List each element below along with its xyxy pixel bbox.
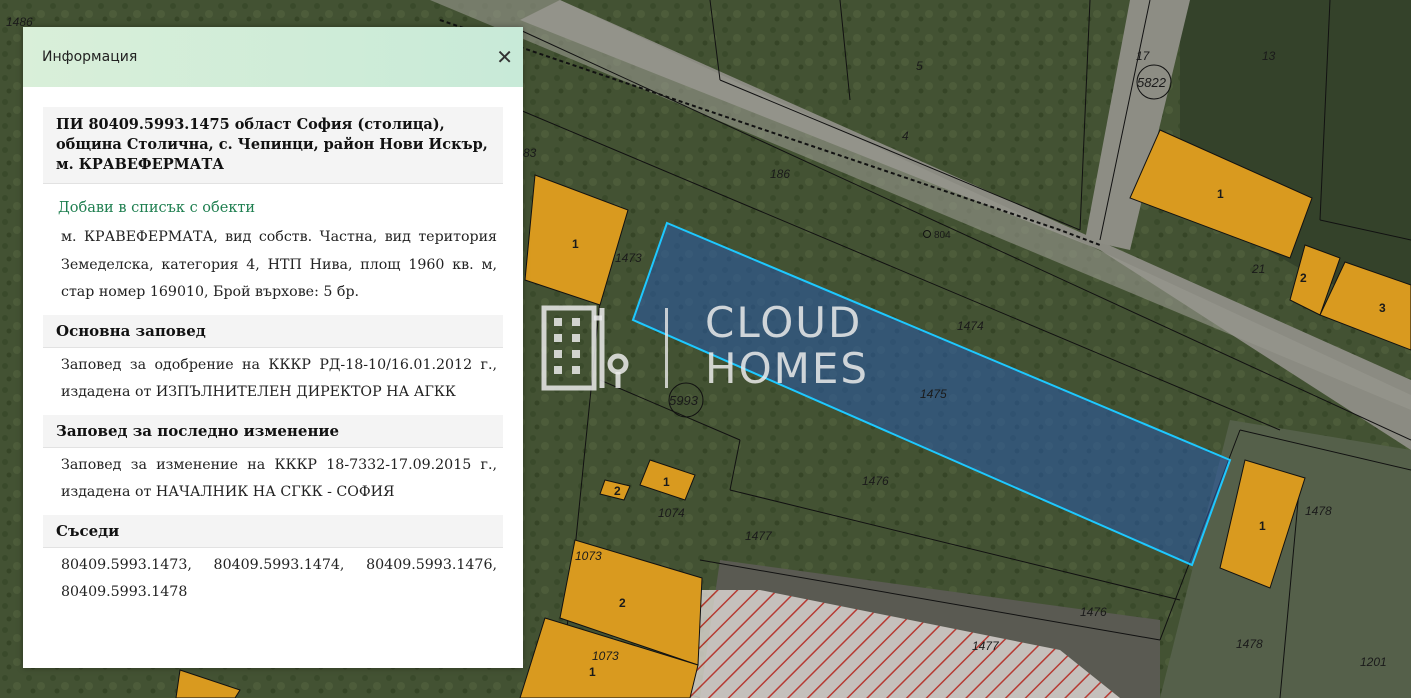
section-title-neighbours: Съседи (43, 514, 503, 548)
parcel-label: 1478 (1305, 504, 1332, 518)
parcel-label: 1476 (862, 474, 889, 488)
section-text-main-order: Заповед за одобрение на КККР РД-18-10/16… (61, 356, 497, 401)
parcel-label: 1476 (1080, 605, 1107, 619)
panel-body: ПИ 80409.5993.1475 област София (столица… (23, 87, 523, 607)
panel-title: Информация (42, 49, 138, 65)
section-title-last-change: Заповед за последно изменение (43, 414, 503, 448)
close-icon[interactable]: ✕ (496, 47, 513, 67)
building-label: 2 (1300, 271, 1307, 285)
property-details: м. КРАВЕФЕРМАТА, вид собств. Частна, вид… (61, 229, 497, 300)
parcel-label: 1475 (920, 387, 947, 401)
parcel-label: 13 (1262, 49, 1276, 63)
panel-header: Информация ✕ (23, 27, 523, 87)
building-label: 1 (589, 665, 596, 679)
building-label: 2 (619, 596, 626, 610)
building-label: 1 (572, 237, 579, 251)
parcel-label: 1477 (972, 639, 1000, 653)
building-label: 3 (1379, 301, 1386, 315)
parcel-label: 1073 (575, 549, 602, 563)
parcel-label: 1477 (745, 529, 773, 543)
building-label: 1 (1259, 519, 1266, 533)
section-text-neighbours: 80409.5993.1473, 80409.5993.1474, 80409.… (61, 556, 497, 601)
parcel-label: 21 (1251, 262, 1265, 276)
building-label: 1 (1217, 187, 1224, 201)
parcel-label: 1474 (957, 319, 984, 333)
parcel-label: 1074 (658, 506, 685, 520)
parcel-label: 1478 (1236, 637, 1263, 651)
parcel-label: 83 (523, 146, 537, 160)
building-label: 1 (663, 475, 670, 489)
block-label: 5993 (669, 393, 699, 408)
parcel-label: 5 (916, 59, 923, 73)
parcel-label: 1073 (592, 649, 619, 663)
parcel-label: 1473 (615, 251, 642, 265)
building-label: 2 (614, 484, 621, 498)
point-label: 804 (934, 230, 951, 241)
parcel-label: 4 (902, 129, 909, 143)
property-heading: ПИ 80409.5993.1475 област София (столица… (43, 107, 503, 184)
block-label: 5822 (1137, 75, 1167, 90)
section-text-last-change: Заповед за изменение на КККР 18-7332-17.… (61, 456, 497, 501)
section-title-main-order: Основна заповед (43, 314, 503, 348)
parcel-label: 1201 (1360, 655, 1387, 669)
parcel-label: 186 (770, 167, 790, 181)
info-panel: Информация ✕ ПИ 80409.5993.1475 област С… (23, 27, 523, 668)
add-to-list-link[interactable]: Добави в списък с обекти (58, 200, 503, 216)
parcel-label: 17 (1136, 49, 1151, 63)
